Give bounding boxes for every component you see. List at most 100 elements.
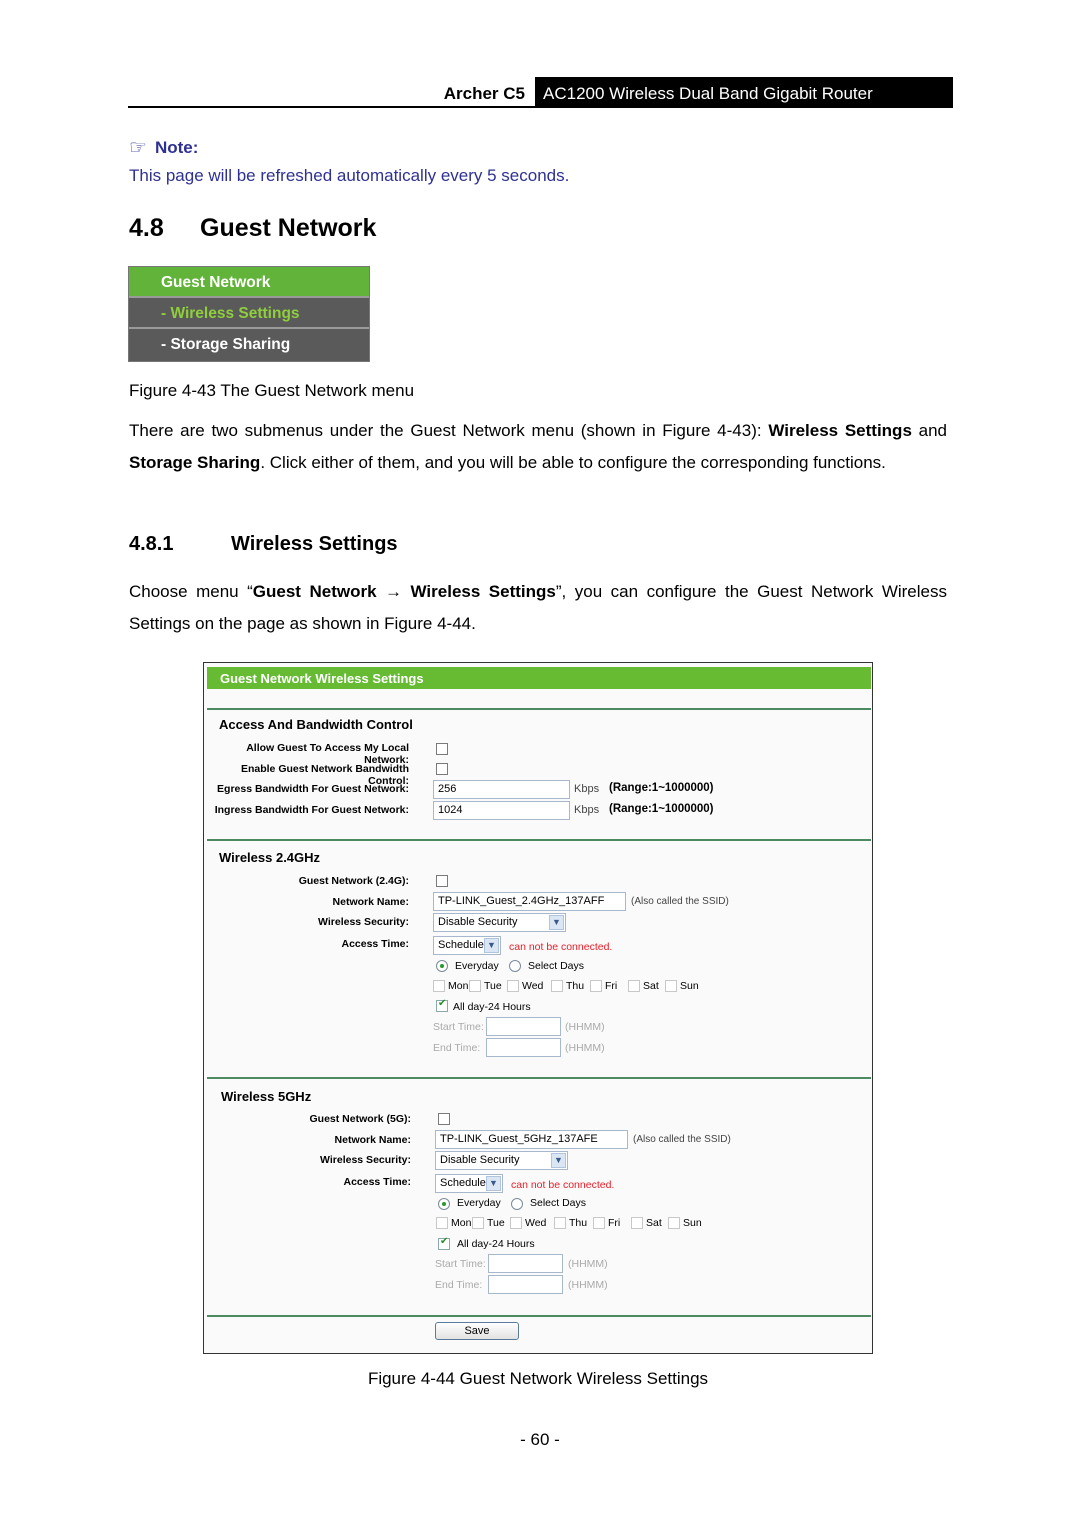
allday-5-checkbox[interactable] (438, 1236, 450, 1250)
page-header: Archer C5 AC1200 Wireless Dual Band Giga… (128, 77, 953, 108)
end-time-24-hint: (HHMM) (565, 1042, 605, 1054)
security-24-label: Wireless Security: (318, 916, 409, 928)
bold-text: Wireless Settings (768, 421, 912, 440)
note-label: Note: (154, 137, 199, 157)
menu-item-guest-network[interactable]: Guest Network (129, 267, 369, 298)
save-button[interactable]: Save (435, 1322, 519, 1340)
end-time-5-label: End Time: (435, 1279, 483, 1291)
select-days-5-radio[interactable] (511, 1198, 523, 1210)
day-checkbox[interactable] (593, 1217, 605, 1229)
day-checkbox[interactable] (507, 980, 519, 992)
egress-unit: Kbps (574, 783, 600, 795)
w24-day-sat[interactable]: Sat (628, 980, 659, 992)
egress-input[interactable]: 256 (433, 780, 570, 799)
w5-day-wed[interactable]: Wed (510, 1217, 546, 1229)
guest-5-checkbox[interactable] (438, 1113, 450, 1125)
text: Choose menu “ (129, 582, 253, 601)
divider (207, 1077, 871, 1079)
chevron-down-icon: ▼ (484, 938, 499, 953)
day-label: Thu (566, 980, 585, 992)
text: . Click either of them, and you will be … (260, 453, 886, 472)
day-checkbox[interactable] (668, 1217, 680, 1229)
start-time-24-input[interactable] (486, 1017, 561, 1036)
day-checkbox[interactable] (590, 980, 602, 992)
day-checkbox[interactable] (472, 1217, 484, 1229)
end-time-24-label: End Time: (433, 1042, 481, 1054)
day-checkbox[interactable] (554, 1217, 566, 1229)
end-time-24-input[interactable] (486, 1038, 561, 1057)
network-name-24-input[interactable]: TP-LINK_Guest_2.4GHz_137AFF (433, 892, 626, 911)
access-section-title: Access And Bandwidth Control (219, 717, 413, 732)
day-checkbox[interactable] (436, 1217, 448, 1229)
day-label: Fri (608, 1217, 621, 1229)
guest-5-label: Guest Network (5G): (309, 1113, 411, 1125)
subsection-title: Wireless Settings (231, 533, 398, 555)
w24-day-tue[interactable]: Tue (469, 980, 502, 992)
w24-day-mon[interactable]: Mon (433, 980, 468, 992)
day-checkbox[interactable] (433, 980, 445, 992)
w24-day-fri[interactable]: Fri (590, 980, 617, 992)
chevron-down-icon: ▼ (551, 1153, 566, 1168)
product-name: AC1200 Wireless Dual Band Gigabit Router (535, 77, 953, 106)
ssid-hint-5: (Also called the SSID) (633, 1134, 731, 1145)
enable-bandwidth-checkbox[interactable] (436, 763, 448, 775)
menu-item-wireless-settings[interactable]: - Wireless Settings (129, 298, 369, 329)
end-time-5-hint: (HHMM) (568, 1279, 608, 1291)
end-time-5-input[interactable] (488, 1275, 563, 1294)
start-time-5-label: Start Time: (435, 1258, 486, 1270)
divider (207, 839, 871, 841)
day-label: Mon (451, 1217, 472, 1229)
access-time-24-label: Access Time: (341, 938, 409, 950)
allday-24-checkbox[interactable] (436, 998, 448, 1012)
w5-day-thu[interactable]: Thu (554, 1217, 587, 1229)
day-label: Sat (643, 980, 659, 992)
allday-5-label: All day-24 Hours (457, 1238, 535, 1250)
select-days-5-label: Select Days (530, 1197, 587, 1209)
day-checkbox[interactable] (628, 980, 640, 992)
w5-day-sun[interactable]: Sun (668, 1217, 702, 1229)
guest-24-checkbox[interactable] (436, 875, 448, 887)
start-time-24-hint: (HHMM) (565, 1021, 605, 1033)
day-label: Tue (487, 1217, 505, 1229)
w24-day-thu[interactable]: Thu (551, 980, 584, 992)
w24-day-sun[interactable]: Sun (665, 980, 699, 992)
w5-day-tue[interactable]: Tue (472, 1217, 505, 1229)
security-5-label: Wireless Security: (320, 1154, 411, 1166)
security-24-select[interactable]: Disable Security ▼ (433, 913, 566, 932)
access-time-5-select[interactable]: Schedule ▼ (435, 1174, 503, 1193)
everyday-5-radio[interactable] (438, 1198, 450, 1210)
start-time-5-input[interactable] (488, 1254, 563, 1273)
access-time-24-select[interactable]: Schedule ▼ (433, 936, 501, 955)
day-checkbox[interactable] (469, 980, 481, 992)
network-name-24-label: Network Name: (332, 896, 409, 908)
access-warning-5: can not be connected. (511, 1179, 615, 1191)
ingress-unit: Kbps (574, 804, 600, 816)
allday-24-label: All day-24 Hours (453, 1001, 531, 1013)
bold-text: Wireless Settings (410, 582, 556, 601)
ingress-label: Ingress Bandwidth For Guest Network: (214, 804, 409, 816)
section-heading: 4.8 Guest Network (129, 214, 376, 243)
ingress-input[interactable]: 1024 (433, 801, 570, 820)
w5-day-sat[interactable]: Sat (631, 1217, 662, 1229)
menu-item-storage-sharing[interactable]: - Storage Sharing (129, 329, 369, 360)
subsection-number: 4.8.1 (129, 533, 174, 555)
text: and (911, 421, 947, 440)
day-checkbox[interactable] (631, 1217, 643, 1229)
w5-day-mon[interactable]: Mon (436, 1217, 471, 1229)
w24-day-wed[interactable]: Wed (507, 980, 543, 992)
everyday-24-label: Everyday (455, 960, 499, 972)
network-name-5-input[interactable]: TP-LINK_Guest_5GHz_137AFE (435, 1130, 628, 1149)
w5-day-fri[interactable]: Fri (593, 1217, 620, 1229)
everyday-24-radio[interactable] (436, 960, 448, 972)
security-5-value: Disable Security (440, 1154, 520, 1166)
select-days-24-radio[interactable] (509, 960, 521, 972)
guest-wireless-settings-figure: Guest Network Wireless Settings Access A… (203, 662, 873, 1354)
allow-local-checkbox[interactable] (436, 743, 448, 755)
day-checkbox[interactable] (665, 980, 677, 992)
model-name: Archer C5 (443, 84, 525, 103)
security-5-select[interactable]: Disable Security ▼ (435, 1151, 568, 1170)
day-checkbox[interactable] (510, 1217, 522, 1229)
bold-text: Storage Sharing (129, 453, 261, 472)
day-checkbox[interactable] (551, 980, 563, 992)
subsection-heading: 4.8.1 Wireless Settings (129, 533, 398, 556)
